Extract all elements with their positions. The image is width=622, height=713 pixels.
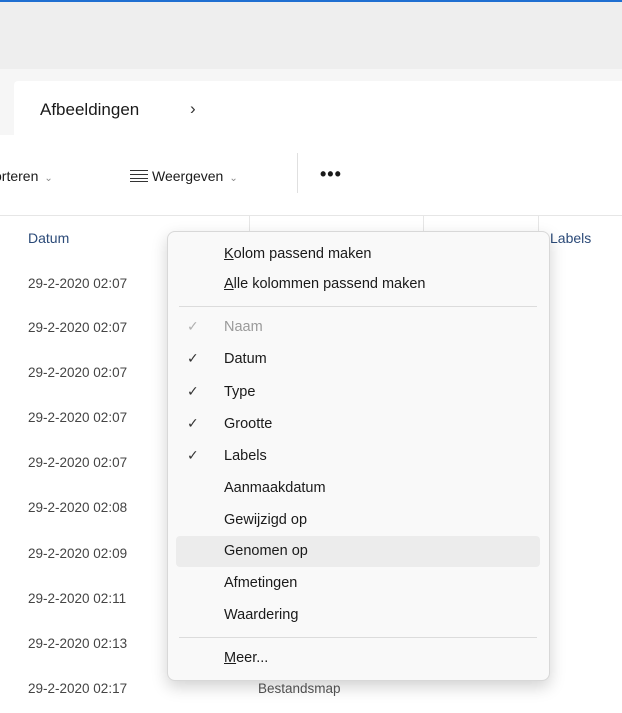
sort-button[interactable]: orteren ⌄ — [0, 168, 53, 184]
table-row[interactable]: 29-2-2020 02:07 — [0, 455, 170, 487]
check-icon: ✓ — [187, 383, 199, 399]
menu-item-label: Gewijzigd op — [224, 512, 308, 528]
menu-item-fit-column[interactable]: Kolom passend maken — [176, 239, 540, 270]
menu-item-label: Waardering — [224, 607, 299, 623]
toolbar-divider — [297, 153, 298, 193]
row-date: 29-2-2020 02:08 — [28, 500, 128, 515]
menu-item-label: Datum — [224, 351, 267, 367]
row-date: 29-2-2020 02:07 — [28, 365, 128, 380]
table-row[interactable]: 29-2-2020 02:07 — [0, 276, 170, 308]
menu-item-label: Alle kolommen passend maken — [224, 276, 426, 292]
menu-item-afmetingen[interactable]: Afmetingen — [176, 568, 540, 599]
view-label: Weergeven — [152, 168, 224, 184]
menu-item-labels[interactable]: ✓ Labels — [176, 441, 540, 472]
menu-separator — [179, 637, 537, 638]
chevron-down-icon: ⌄ — [44, 173, 53, 184]
table-row[interactable]: 29-2-2020 02:08 — [0, 500, 170, 532]
check-icon: ✓ — [187, 415, 199, 431]
row-date: 29-2-2020 02:13 — [28, 636, 128, 651]
menu-item-aanmaakdatum[interactable]: Aanmaakdatum — [176, 473, 540, 504]
row-type: Bestandsmap — [258, 681, 341, 696]
menu-item-gewijzigd-op[interactable]: Gewijzigd op — [176, 505, 540, 536]
menu-item-label: Type — [224, 384, 256, 400]
table-row[interactable]: 29-2-2020 02:17 — [0, 681, 170, 713]
row-date: 29-2-2020 02:07 — [28, 410, 128, 425]
row-date: 29-2-2020 02:09 — [28, 546, 128, 561]
menu-item-waardering[interactable]: Waardering — [176, 600, 540, 631]
address-bar[interactable]: Afbeeldingen › — [14, 81, 622, 139]
menu-item-genomen-op[interactable]: Genomen op — [176, 536, 540, 567]
sort-label: orteren — [0, 168, 39, 184]
row-date: 29-2-2020 02:07 — [28, 320, 128, 335]
row-date: 29-2-2020 02:07 — [28, 455, 128, 470]
menu-item-grootte[interactable]: ✓ Grootte — [176, 409, 540, 440]
check-icon: ✓ — [187, 447, 199, 463]
address-bar-area: Afbeeldingen › — [0, 69, 622, 139]
menu-item-label: Grootte — [224, 416, 273, 432]
menu-item-datum[interactable]: ✓ Datum — [176, 344, 540, 375]
menu-item-label: Meer... — [224, 650, 269, 666]
menu-item-label: Aanmaakdatum — [224, 480, 326, 496]
table-row[interactable]: 29-2-2020 02:09 — [0, 546, 170, 578]
breadcrumb-chevron-icon[interactable]: › — [190, 99, 196, 119]
menu-item-label: Labels — [224, 448, 267, 464]
command-bar: orteren ⌄ Weergeven ⌄ ••• — [0, 135, 622, 216]
table-row[interactable]: 29-2-2020 02:07 — [0, 410, 170, 442]
menu-item-naam: ✓ Naam — [176, 312, 540, 343]
view-button[interactable]: Weergeven ⌄ — [130, 168, 238, 184]
column-header-date[interactable]: Datum — [28, 230, 69, 246]
check-icon: ✓ — [187, 350, 199, 366]
check-icon: ✓ — [187, 318, 199, 334]
row-date: 29-2-2020 02:07 — [28, 276, 128, 291]
chevron-down-icon: ⌄ — [229, 173, 238, 184]
menu-separator — [179, 306, 537, 307]
column-context-menu: Kolom passend maken Alle kolommen passen… — [167, 231, 550, 681]
table-row[interactable]: 29-2-2020 02:13 — [0, 636, 170, 668]
menu-item-meer[interactable]: Meer... — [176, 643, 540, 674]
menu-item-type[interactable]: ✓ Type — [176, 377, 540, 408]
table-row[interactable]: 29-2-2020 02:07 — [0, 365, 170, 397]
menu-item-label: Naam — [224, 319, 263, 335]
view-lines-icon — [130, 170, 148, 183]
row-date: 29-2-2020 02:17 — [28, 681, 128, 696]
column-header-labels[interactable]: Labels — [550, 230, 591, 246]
table-row[interactable]: 29-2-2020 02:07 — [0, 320, 170, 352]
breadcrumb-afbeeldingen[interactable]: Afbeeldingen — [40, 100, 139, 120]
menu-item-label: Genomen op — [224, 543, 308, 559]
menu-item-fit-all-columns[interactable]: Alle kolommen passend maken — [176, 269, 540, 300]
menu-item-label: Afmetingen — [224, 575, 298, 591]
table-row[interactable]: 29-2-2020 02:11 — [0, 591, 170, 623]
row-date: 29-2-2020 02:11 — [28, 591, 127, 606]
title-bar — [0, 2, 622, 69]
more-options-icon[interactable]: ••• — [320, 164, 342, 185]
menu-item-label: Kolom passend maken — [224, 246, 372, 262]
